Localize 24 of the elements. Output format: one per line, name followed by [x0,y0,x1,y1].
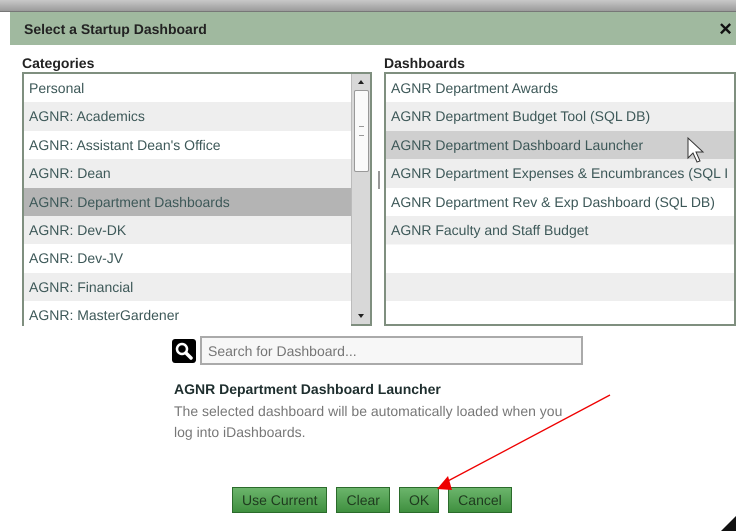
scroll-down-icon[interactable] [356,312,366,320]
scrollbar[interactable] [351,74,370,324]
list-item[interactable]: AGNR: Financial [24,272,351,302]
window-title: Select a Startup Dashboard [24,20,207,36]
resize-grip-icon [721,516,736,531]
description-text: The selected dashboard will be automatically loaded when you log into iDashboards. [174,402,564,442]
dialog-button[interactable]: Use Current [232,487,328,513]
list-item[interactable]: AGNR: Academics [24,102,351,131]
search-icon[interactable] [172,338,196,362]
splitter-handle[interactable] [378,171,380,189]
search-field[interactable]: Search for Dashboard... [200,336,583,365]
dialog-button[interactable]: OK [398,487,440,513]
close-button[interactable]: × [719,18,736,40]
dialog-button[interactable]: Cancel [448,487,512,513]
selected-dashboard-title: AGNR Department Dashboard Launcher [174,381,442,397]
scroll-up-icon[interactable] [356,78,366,86]
list-heading: Categories [22,55,96,71]
dialog-button[interactable]: Clear [336,487,390,513]
list-item[interactable]: AGNR: Dev-DK [24,216,351,244]
list-heading: Dashboards [384,55,466,71]
list-item[interactable]: AGNR: Dean [24,159,351,188]
mouse-cursor-icon [688,136,704,163]
list-item[interactable]: AGNR: Department Dashboards [24,188,351,216]
list-item[interactable]: AGNR Department Dashboard Launcher [386,130,734,160]
